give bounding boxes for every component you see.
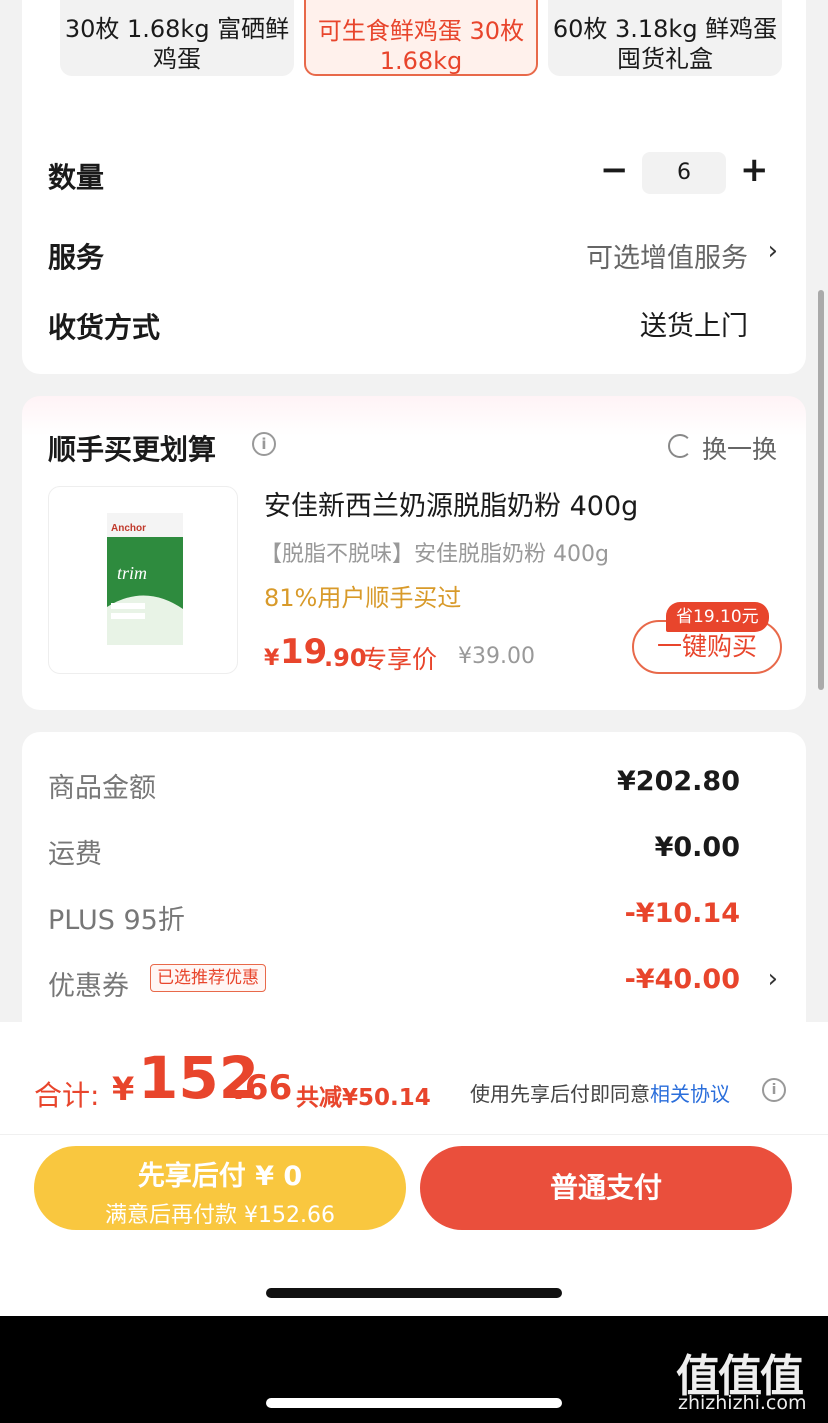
chevron-right-icon[interactable]: › xyxy=(768,964,778,994)
divider xyxy=(0,1134,828,1135)
variant-label: 60枚 3.18kg 鲜鸡蛋 xyxy=(552,15,778,43)
coupon-badge: 已选推荐优惠 xyxy=(150,964,266,992)
shipping-label: 运费 xyxy=(48,839,102,870)
variant-label: 30枚 1.68kg 富硒鲜 xyxy=(64,15,290,43)
agreement-link[interactable]: 相关协议 xyxy=(650,1082,730,1106)
variant-option-3[interactable]: 60枚 3.18kg 鲜鸡蛋 囤货礼盒 xyxy=(548,0,782,76)
price-summary-card: 商品金额 ¥202.80 运费 ¥0.00 PLUS 95折 -¥10.14 优… xyxy=(22,732,806,1062)
chevron-right-icon[interactable]: › xyxy=(768,236,778,266)
delivery-value: 送货上门 xyxy=(640,311,748,342)
info-icon[interactable]: i xyxy=(252,432,276,456)
product-name[interactable]: 安佳新西兰奶源脱脂奶粉 400g xyxy=(264,484,638,523)
price-decimal: .90 xyxy=(324,644,367,672)
quantity-plus-button[interactable]: + xyxy=(740,150,769,190)
goods-amount-value: ¥202.80 xyxy=(617,766,740,797)
quantity-minus-button[interactable]: − xyxy=(600,150,629,190)
pay-later-button[interactable]: 先享后付 ¥ 0 满意后再付款 ¥152.66 xyxy=(34,1146,406,1230)
plus-discount-value: -¥10.14 xyxy=(624,898,740,929)
goods-amount-label: 商品金额 xyxy=(48,773,156,804)
agreement-text: 使用先享后付即同意相关协议 xyxy=(470,1078,730,1107)
variant-option-2-selected[interactable]: 可生食鲜鸡蛋 30枚 1.68kg xyxy=(304,0,538,76)
product-image-name: trim xyxy=(117,563,147,583)
total-decimal: .66 xyxy=(232,1068,293,1108)
info-icon[interactable]: i xyxy=(762,1078,786,1102)
total-label: 合计: xyxy=(34,1079,100,1112)
product-stat: 81%用户顺手买过 xyxy=(264,584,462,612)
coupon-value[interactable]: -¥40.00 xyxy=(625,964,740,995)
shipping-value: ¥0.00 xyxy=(654,832,740,863)
order-options-card: 30枚 1.68kg 富硒鲜 鸡蛋 可生食鲜鸡蛋 30枚 1.68kg 60枚 … xyxy=(22,0,806,374)
total-currency: ¥ xyxy=(112,1070,135,1108)
home-indicator xyxy=(266,1398,562,1408)
product-subtitle: 【脱脂不脱味】安佳脱脂奶粉 400g xyxy=(260,542,609,567)
variant-label: 可生食鲜鸡蛋 30枚 xyxy=(317,17,525,45)
agreement-prefix: 使用先享后付即同意 xyxy=(470,1082,650,1106)
save-badge: 省19.10元 xyxy=(666,602,769,632)
normal-pay-button[interactable]: 普通支付 xyxy=(420,1146,792,1230)
quantity-value[interactable]: 6 xyxy=(642,152,726,194)
pay-later-label: 先享后付 ¥ 0 xyxy=(137,1161,303,1192)
price-tag: 专享价 xyxy=(362,645,438,674)
pay-later-sublabel: 满意后再付款 ¥152.66 xyxy=(105,1203,335,1228)
price-integer: 19 xyxy=(280,632,328,672)
screen-footer: 值值值 zhizhizhi.com xyxy=(0,1316,828,1423)
variant-label: 鸡蛋 xyxy=(153,45,201,73)
service-label: 服务 xyxy=(48,241,105,274)
scrollbar[interactable] xyxy=(818,290,824,690)
product-image[interactable]: Anchor trim xyxy=(48,486,238,674)
price-currency: ¥ xyxy=(264,646,280,671)
variant-label: 1.68kg xyxy=(379,47,463,75)
variant-option-1[interactable]: 30枚 1.68kg 富硒鲜 鸡蛋 xyxy=(60,0,294,76)
plus-discount-label: PLUS 95折 xyxy=(48,905,185,936)
variant-label: 囤货礼盒 xyxy=(617,45,713,73)
recommendation-title: 顺手买更划算 xyxy=(48,433,217,466)
checkout-bar: 合计: ¥ 152 .66 共减¥50.14 使用先享后付即同意相关协议 i 先… xyxy=(0,1022,828,1316)
product-image-brand: Anchor xyxy=(111,523,146,534)
refresh-icon[interactable] xyxy=(668,434,692,458)
recommendation-card: 顺手买更划算 i 换一换 Anchor trim 安佳新西兰奶源脱脂奶粉 400… xyxy=(22,396,806,710)
original-price: ¥39.00 xyxy=(458,644,535,669)
quantity-label: 数量 xyxy=(48,161,105,194)
coupon-label: 优惠券 xyxy=(48,971,129,1002)
home-indicator xyxy=(266,1288,562,1298)
delivery-label: 收货方式 xyxy=(48,311,161,344)
service-value[interactable]: 可选增值服务 xyxy=(586,236,748,275)
total-saved: 共减¥50.14 xyxy=(296,1085,431,1111)
watermark-url: zhizhizhi.com xyxy=(678,1392,807,1414)
refresh-button[interactable]: 换一换 xyxy=(702,430,777,466)
